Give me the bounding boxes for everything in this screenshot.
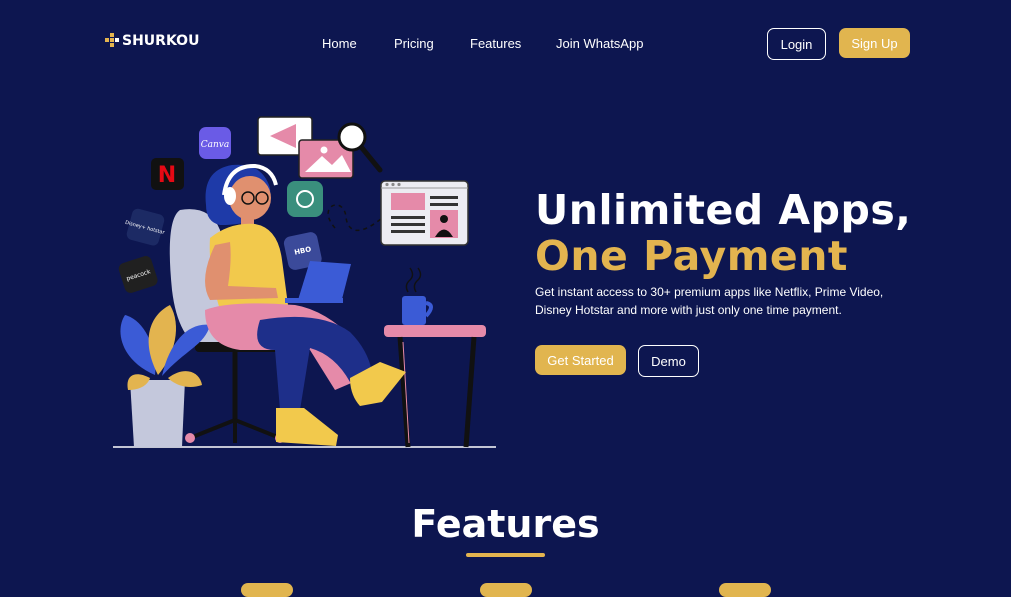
logo-icon [105, 33, 119, 49]
nav-pricing[interactable]: Pricing [394, 36, 434, 51]
hero-title-line2: One Payment [535, 232, 849, 280]
chatgpt-app-icon [287, 181, 323, 217]
coffee-mug-illustration [402, 267, 433, 325]
nav-home[interactable]: Home [322, 36, 357, 51]
canva-app-icon: Canva [199, 127, 231, 159]
features-underline [466, 553, 545, 557]
features-title: Features [411, 502, 600, 546]
nav-features[interactable]: Features [470, 36, 521, 51]
peacock-app-icon: peacock [118, 256, 158, 293]
svg-text:N: N [158, 163, 176, 188]
hero-description: Get instant access to 30+ premium apps l… [535, 285, 884, 317]
hero-illustration: Canva N Disney+ hotstar peacock HBO [113, 116, 496, 448]
feature-card-3 [719, 583, 771, 597]
brand-logo[interactable]: SHURKOU [105, 33, 199, 49]
demo-button[interactable]: Demo [638, 345, 699, 377]
svg-text:Canva: Canva [201, 140, 230, 150]
plant-illustration [120, 305, 210, 447]
feature-card-2 [480, 583, 532, 597]
brand-name: SHURKOU [122, 33, 200, 49]
login-button[interactable]: Login [767, 28, 826, 60]
hero-title-line1: Unlimited Apps, [535, 186, 912, 234]
disney-hotstar-app-icon: Disney+ hotstar [124, 208, 166, 246]
dashed-connector [327, 204, 383, 232]
feature-card-1 [241, 583, 293, 597]
profile-card-illustration [380, 180, 469, 246]
nav-join-whatsapp[interactable]: Join WhatsApp [556, 36, 643, 51]
signup-button[interactable]: Sign Up [839, 28, 910, 58]
get-started-button[interactable]: Get Started [535, 345, 626, 375]
side-table-illustration [384, 325, 486, 448]
netflix-app-icon: N [151, 158, 184, 190]
